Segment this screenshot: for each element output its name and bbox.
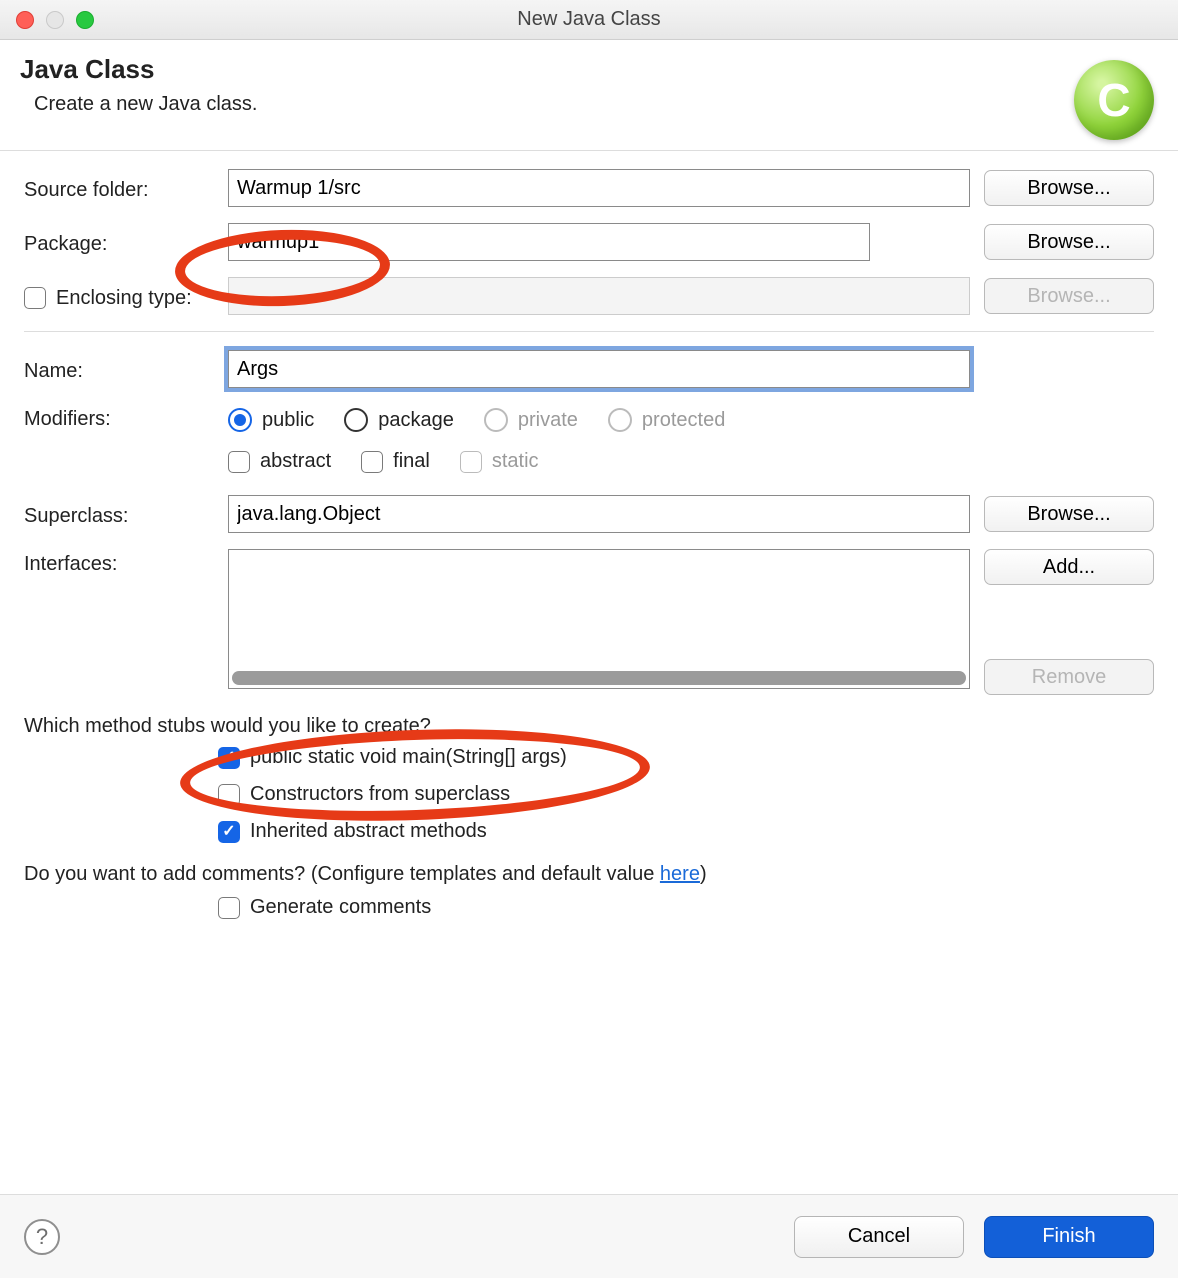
page-title: Java Class	[20, 54, 1074, 85]
titlebar: New Java Class	[0, 0, 1178, 40]
add-interface-button[interactable]: Add...	[984, 549, 1154, 585]
package-input[interactable]	[228, 223, 870, 261]
dialog-header: Java Class Create a new Java class. C	[0, 40, 1178, 151]
modifier-static-checkbox: static	[460, 450, 539, 473]
browse-source-button[interactable]: Browse...	[984, 170, 1154, 206]
stub-main-checkbox[interactable]: public static void main(String[] args)	[218, 746, 1154, 769]
modifier-package-radio[interactable]: package	[344, 408, 454, 432]
zoom-window-icon[interactable]	[76, 11, 94, 29]
dialog-body: Source folder: Browse... Package: Browse…	[0, 151, 1178, 929]
modifier-public-radio[interactable]: public	[228, 408, 314, 432]
class-icon: C	[1074, 60, 1154, 140]
remove-interface-button: Remove	[984, 659, 1154, 695]
page-description: Create a new Java class.	[34, 93, 1074, 116]
finish-button[interactable]: Finish	[984, 1216, 1154, 1258]
stub-inherited-checkbox[interactable]: Inherited abstract methods	[218, 820, 1154, 843]
browse-package-button[interactable]: Browse...	[984, 224, 1154, 260]
enclosing-type-checkbox[interactable]	[24, 287, 46, 309]
enclosing-type-label: Enclosing type:	[56, 287, 192, 310]
close-window-icon[interactable]	[16, 11, 34, 29]
name-label: Name:	[24, 356, 214, 383]
stub-constructors-checkbox[interactable]: Constructors from superclass	[218, 783, 1154, 806]
interfaces-list[interactable]	[228, 549, 970, 689]
superclass-label: Superclass:	[24, 501, 214, 528]
source-folder-input[interactable]	[228, 169, 970, 207]
stubs-question: Which method stubs would you like to cre…	[24, 715, 1154, 738]
browse-superclass-button[interactable]: Browse...	[984, 496, 1154, 532]
cancel-button[interactable]: Cancel	[794, 1216, 964, 1258]
traffic-lights	[16, 11, 94, 29]
modifiers-label: Modifiers:	[24, 404, 214, 431]
modifier-private-radio: private	[484, 408, 578, 432]
modifier-abstract-checkbox[interactable]: abstract	[228, 450, 331, 473]
modifier-final-checkbox[interactable]: final	[361, 450, 430, 473]
superclass-input[interactable]	[228, 495, 970, 533]
interfaces-label: Interfaces:	[24, 549, 214, 576]
modifier-protected-radio: protected	[608, 408, 725, 432]
enclosing-type-input	[228, 277, 970, 315]
separator	[24, 331, 1154, 332]
comments-question: Do you want to add comments? (Configure …	[24, 863, 1154, 886]
window-title: New Java Class	[0, 8, 1178, 31]
package-label: Package:	[24, 229, 214, 256]
browse-enclosing-button: Browse...	[984, 278, 1154, 314]
dialog-footer: ? Cancel Finish	[0, 1194, 1178, 1278]
source-folder-label: Source folder:	[24, 175, 214, 202]
help-button[interactable]: ?	[24, 1219, 60, 1255]
generate-comments-checkbox[interactable]: Generate comments	[218, 896, 1154, 919]
minimize-window-icon[interactable]	[46, 11, 64, 29]
configure-templates-link[interactable]: here	[660, 863, 700, 885]
name-input[interactable]	[228, 350, 970, 388]
scrollbar[interactable]	[232, 671, 966, 685]
